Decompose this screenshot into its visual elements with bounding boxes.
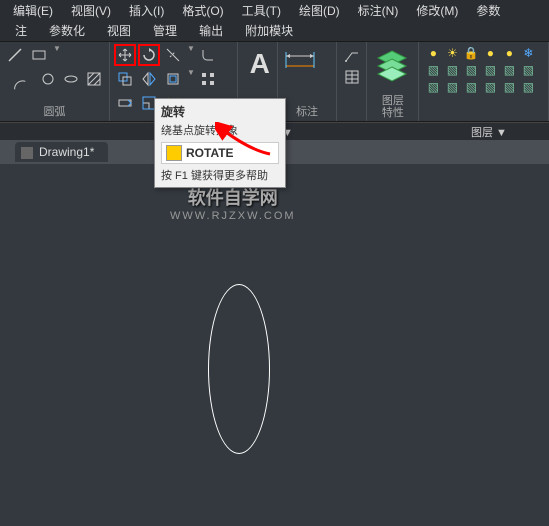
layer-stack-icon[interactable]: ▧ bbox=[463, 63, 479, 77]
dropdown-icon[interactable]: ▼ bbox=[53, 44, 61, 66]
ribbon-group-layer-props: 图层 特性 bbox=[367, 42, 419, 121]
dropdown-icon[interactable]: ▼ bbox=[187, 44, 195, 66]
layer-properties-icon[interactable] bbox=[371, 44, 413, 86]
layer-stack-icon[interactable]: ▧ bbox=[463, 80, 479, 94]
layer-stack-icon[interactable]: ▧ bbox=[482, 80, 498, 94]
circle-icon[interactable] bbox=[37, 68, 58, 90]
dimension-icon[interactable] bbox=[282, 44, 318, 76]
menu-insert[interactable]: 插入(I) bbox=[121, 0, 172, 21]
copy-icon[interactable] bbox=[114, 68, 136, 90]
layer-stack-icon[interactable]: ▧ bbox=[501, 80, 517, 94]
layer-stack-icon[interactable]: ▧ bbox=[425, 63, 441, 77]
ellipse-icon[interactable] bbox=[60, 68, 81, 90]
arc-icon[interactable] bbox=[4, 68, 35, 100]
dropdown-icon[interactable]: ▼ bbox=[187, 68, 195, 90]
menu-draw[interactable]: 绘图(D) bbox=[291, 0, 348, 21]
ribbon-group-leader bbox=[337, 42, 367, 121]
menu-view[interactable]: 视图(V) bbox=[63, 0, 119, 21]
lock-icon[interactable]: 🔒 bbox=[463, 46, 479, 60]
bulb-icon[interactable]: ● bbox=[482, 46, 498, 60]
table-icon[interactable] bbox=[341, 66, 363, 88]
tab-annotate[interactable]: 注 bbox=[5, 20, 37, 41]
menu-format[interactable]: 格式(O) bbox=[174, 0, 231, 21]
command-icon bbox=[166, 145, 182, 161]
menu-modify[interactable]: 修改(M) bbox=[408, 0, 466, 21]
line-icon[interactable] bbox=[4, 44, 26, 66]
layer-stack-icon[interactable]: ▧ bbox=[444, 80, 460, 94]
tab-view[interactable]: 视图 bbox=[97, 20, 141, 41]
array-icon[interactable] bbox=[197, 68, 219, 90]
stretch-icon[interactable] bbox=[114, 92, 136, 114]
move-icon[interactable] bbox=[114, 44, 136, 66]
mirror-icon[interactable] bbox=[138, 68, 160, 90]
trim-icon[interactable] bbox=[162, 44, 184, 66]
ellipse-shape[interactable] bbox=[208, 284, 270, 454]
tooltip-title: 旋转 bbox=[161, 103, 279, 120]
hatch-icon[interactable] bbox=[84, 68, 105, 90]
layer-stack-icon[interactable]: ▧ bbox=[425, 80, 441, 94]
menu-param[interactable]: 参数 bbox=[468, 0, 508, 21]
text-icon[interactable]: A bbox=[242, 44, 273, 84]
tooltip-rotate: 旋转 绕基点旋转对象 ROTATE 按 F1 键获得更多帮助 bbox=[154, 98, 286, 188]
group-label-arc: 圆弧 bbox=[44, 103, 66, 119]
ribbon-group-dimension: 标注 bbox=[278, 42, 338, 121]
layer-toggle-icon[interactable]: ▧ bbox=[520, 63, 536, 77]
group-label-layer-props: 图层 特性 bbox=[382, 95, 404, 119]
fillet-icon[interactable] bbox=[197, 44, 219, 66]
layer-dropdown[interactable]: 图层 ▼ bbox=[463, 123, 515, 141]
bulb-icon[interactable]: ● bbox=[501, 46, 517, 60]
ribbon-tabs: 注 参数化 视图 管理 输出 附加模块 bbox=[0, 20, 549, 42]
menu-tools[interactable]: 工具(T) bbox=[234, 0, 289, 21]
group-label-dimension: 标注 bbox=[296, 103, 318, 119]
tooltip-help: 按 F1 键获得更多帮助 bbox=[161, 167, 279, 183]
ribbon-group-draw: ▼ 圆弧 bbox=[0, 42, 110, 121]
tooltip-command: ROTATE bbox=[161, 142, 279, 164]
sun-icon[interactable]: ☀ bbox=[444, 46, 460, 60]
bulb-on-icon[interactable]: ● bbox=[425, 46, 441, 60]
rect-icon[interactable] bbox=[28, 44, 50, 66]
layer-stack-icon[interactable]: ▧ bbox=[520, 80, 536, 94]
tab-output[interactable]: 输出 bbox=[189, 20, 233, 41]
tooltip-description: 绕基点旋转对象 bbox=[161, 122, 279, 138]
layer-stack-icon[interactable]: ▧ bbox=[482, 63, 498, 77]
menu-bar: 编辑(E) 视图(V) 插入(I) 格式(O) 工具(T) 绘图(D) 标注(N… bbox=[0, 0, 549, 20]
rotate-icon[interactable] bbox=[138, 44, 160, 66]
tab-addon[interactable]: 附加模块 bbox=[235, 20, 303, 41]
watermark: 软件自学网 WWW.RJZXW.COM bbox=[170, 184, 296, 222]
watermark-url: WWW.RJZXW.COM bbox=[170, 210, 296, 222]
tab-manage[interactable]: 管理 bbox=[143, 20, 187, 41]
tooltip-command-text: ROTATE bbox=[186, 146, 234, 160]
ribbon-group-layers: ● ☀ 🔒 ● ● ❄ ▧ ▧ ▧ ▧ ▧ ▧ ▧ ▧ ▧ ▧ ▧ ▧ bbox=[419, 42, 549, 121]
layer-match-icon[interactable]: ▧ bbox=[501, 63, 517, 77]
layer-stack-icon[interactable]: ▧ bbox=[444, 63, 460, 77]
tab-parametric[interactable]: 参数化 bbox=[39, 20, 95, 41]
document-tab[interactable]: Drawing1* bbox=[15, 142, 108, 162]
offset-icon[interactable] bbox=[162, 68, 184, 90]
menu-edit[interactable]: 编辑(E) bbox=[5, 0, 61, 21]
drawing-canvas[interactable]: 软件自学网 WWW.RJZXW.COM bbox=[0, 164, 549, 524]
freeze-icon[interactable]: ❄ bbox=[520, 46, 536, 60]
menu-dimension[interactable]: 标注(N) bbox=[350, 0, 407, 21]
leader-icon[interactable] bbox=[341, 44, 363, 66]
